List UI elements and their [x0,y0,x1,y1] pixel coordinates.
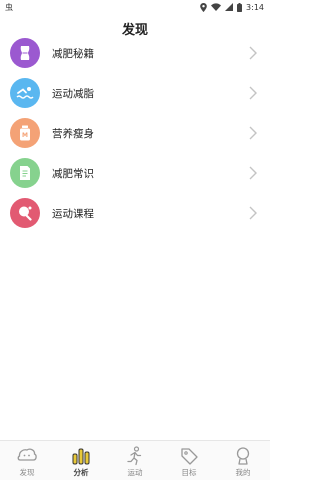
discover-icon [17,448,37,461]
list-item-exercise-courses[interactable]: 运动课程 [0,193,270,233]
tab-label: 发现 [19,468,35,477]
discover-list: 减肥秘籍 运动减脂 M 营养瘦身 减肥常识 运动课程 [0,33,270,233]
location-icon [200,2,207,12]
swim-icon [16,87,34,99]
list-item-nutrition-slimming[interactable]: M 营养瘦身 [0,113,270,153]
item-label: 减肥常识 [52,167,94,180]
item-icon-circle [10,78,40,108]
wifi-icon [211,3,222,11]
item-icon-circle: M [10,118,40,148]
chevron-right-icon [249,166,257,180]
signal-icon [225,3,234,11]
tab-discover[interactable]: 发现 [0,441,54,480]
item-label: 减肥秘籍 [52,47,94,60]
list-item-weight-loss-tips[interactable]: 减肥秘籍 [0,33,270,73]
tab-analysis[interactable]: 分析 [54,441,108,480]
nutrition-bottle-icon: M [20,125,30,141]
item-label: 运动减脂 [52,87,94,100]
bar-chart-icon [72,448,90,465]
tab-label: 我的 [235,468,251,477]
chevron-right-icon [249,46,257,60]
chevron-right-icon [249,86,257,100]
bottom-tab-bar: 发现 分析 运动 目标 我的 [0,440,270,480]
tab-label: 分析 [73,468,89,477]
tag-icon [181,448,198,465]
status-time: 3:14 [246,2,264,12]
running-icon [127,446,142,466]
status-left-text: 虫 [5,2,13,12]
chevron-right-icon [249,126,257,140]
tab-label: 目标 [181,468,197,477]
document-icon [20,166,30,180]
profile-icon [236,447,250,465]
pingpong-icon [19,206,32,221]
tab-profile[interactable]: 我的 [216,441,270,480]
item-label: 运动课程 [52,207,94,220]
svg-text:M: M [22,132,28,139]
waist-icon [20,46,30,60]
list-item-exercise-fat-burn[interactable]: 运动减脂 [0,73,270,113]
battery-icon [237,2,243,12]
status-bar: 虫 3:14 [0,0,270,14]
tab-exercise[interactable]: 运动 [108,441,162,480]
item-icon-circle [10,38,40,68]
item-label: 营养瘦身 [52,127,94,140]
chevron-right-icon [249,206,257,220]
item-icon-circle [10,198,40,228]
item-icon-circle [10,158,40,188]
tab-goal[interactable]: 目标 [162,441,216,480]
list-item-weight-loss-knowledge[interactable]: 减肥常识 [0,153,270,193]
tab-label: 运动 [127,468,143,477]
